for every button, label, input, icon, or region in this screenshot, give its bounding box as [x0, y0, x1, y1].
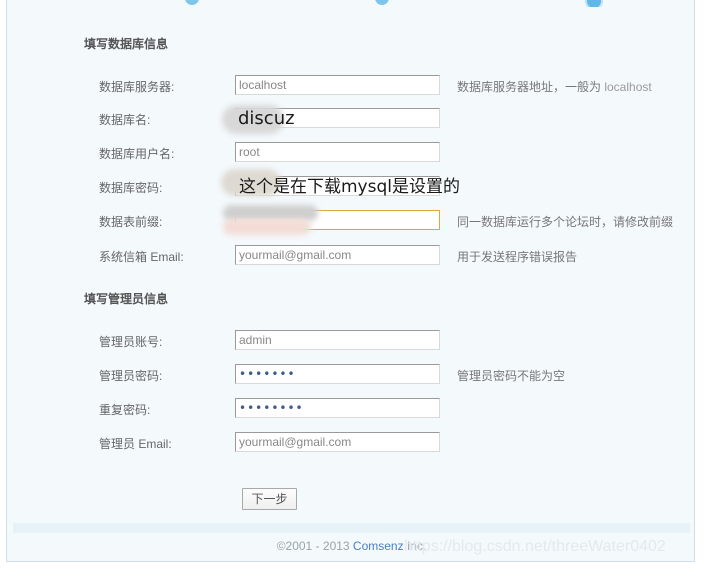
section-title-database: 填写数据库信息: [84, 37, 169, 51]
install-container: 填写数据库信息 数据库服务器: 数据库服务器地址，一般为 localhost 数…: [6, 0, 695, 562]
hint-admin-password: 管理员密码不能为空: [457, 369, 566, 383]
form-row-db-prefix: 数据表前缀: 同一数据库运行多个论坛时，请修改前缀: [7, 210, 694, 232]
field-repeat-password: [235, 398, 440, 418]
step-dot-3-icon: [585, 0, 603, 7]
db-user-input[interactable]: [235, 142, 440, 162]
form-row-admin-account: 管理员账号:: [7, 330, 694, 352]
form-row-db-server: 数据库服务器: 数据库服务器地址，一般为 localhost: [7, 75, 694, 97]
form-row-system-email: 系统信箱 Email: 用于发送程序错误报告: [7, 245, 694, 267]
field-db-name: [235, 108, 440, 128]
label-system-email: 系统信箱 Email:: [99, 250, 184, 264]
field-admin-password: [235, 364, 440, 384]
hint-db-prefix: 同一数据库运行多个论坛时，请修改前缀: [457, 215, 674, 229]
label-db-password: 数据库密码:: [99, 181, 163, 195]
step-dot-1-icon: [185, 0, 199, 5]
section-title-admin: 填写管理员信息: [84, 292, 169, 306]
form-row-db-name: 数据库名:: [7, 108, 694, 130]
copyright-suffix: Inc.: [403, 539, 427, 553]
label-admin-password: 管理员密码:: [99, 369, 163, 383]
admin-email-input[interactable]: [235, 432, 440, 452]
step-dot-2-icon: [375, 0, 389, 5]
next-step-button[interactable]: 下一步: [242, 488, 297, 510]
db-password-input[interactable]: [235, 176, 440, 196]
label-db-name: 数据库名:: [99, 113, 151, 127]
copyright-prefix: ©2001 - 2013: [276, 539, 353, 553]
field-system-email: [235, 245, 440, 265]
label-repeat-password: 重复密码:: [99, 403, 151, 417]
field-db-user: [235, 142, 440, 162]
repeat-password-input[interactable]: [235, 398, 440, 418]
admin-password-input[interactable]: [235, 364, 440, 384]
field-db-server: [235, 75, 440, 95]
submit-area: 下一步: [242, 488, 297, 510]
label-admin-email: 管理员 Email:: [99, 437, 172, 451]
form-row-db-user: 数据库用户名:: [7, 142, 694, 164]
field-db-prefix: [235, 210, 440, 230]
footer-copyright: ©2001 - 2013 Comsenz Inc.: [7, 539, 694, 553]
hint-db-server: 数据库服务器地址，一般为 localhost: [457, 78, 652, 95]
label-db-prefix: 数据表前缀:: [99, 215, 163, 229]
hint-db-server-text: 数据库服务器地址，一般为: [457, 80, 605, 94]
admin-account-input[interactable]: [235, 330, 440, 350]
system-email-input[interactable]: [235, 245, 440, 265]
label-admin-account: 管理员账号:: [99, 335, 163, 349]
form-row-repeat-password: 重复密码:: [7, 398, 694, 420]
form-row-admin-email: 管理员 Email:: [7, 432, 694, 454]
footer-separator-band: [13, 523, 690, 533]
form-row-db-password: 数据库密码:: [7, 176, 694, 198]
field-db-password: [235, 176, 440, 196]
label-db-server: 数据库服务器:: [99, 80, 175, 94]
field-admin-email: [235, 432, 440, 452]
hint-system-email: 用于发送程序错误报告: [457, 250, 578, 264]
form-row-admin-password: 管理员密码: 管理员密码不能为空: [7, 364, 694, 386]
install-steps-strip: [7, 0, 694, 7]
db-prefix-input[interactable]: [235, 210, 440, 230]
hint-db-server-emphasis: localhost: [604, 80, 652, 94]
label-db-user: 数据库用户名:: [99, 147, 175, 161]
db-name-input[interactable]: [235, 108, 440, 128]
field-admin-account: [235, 330, 440, 350]
db-server-input[interactable]: [235, 75, 440, 95]
comsenz-link[interactable]: Comsenz: [353, 539, 404, 553]
